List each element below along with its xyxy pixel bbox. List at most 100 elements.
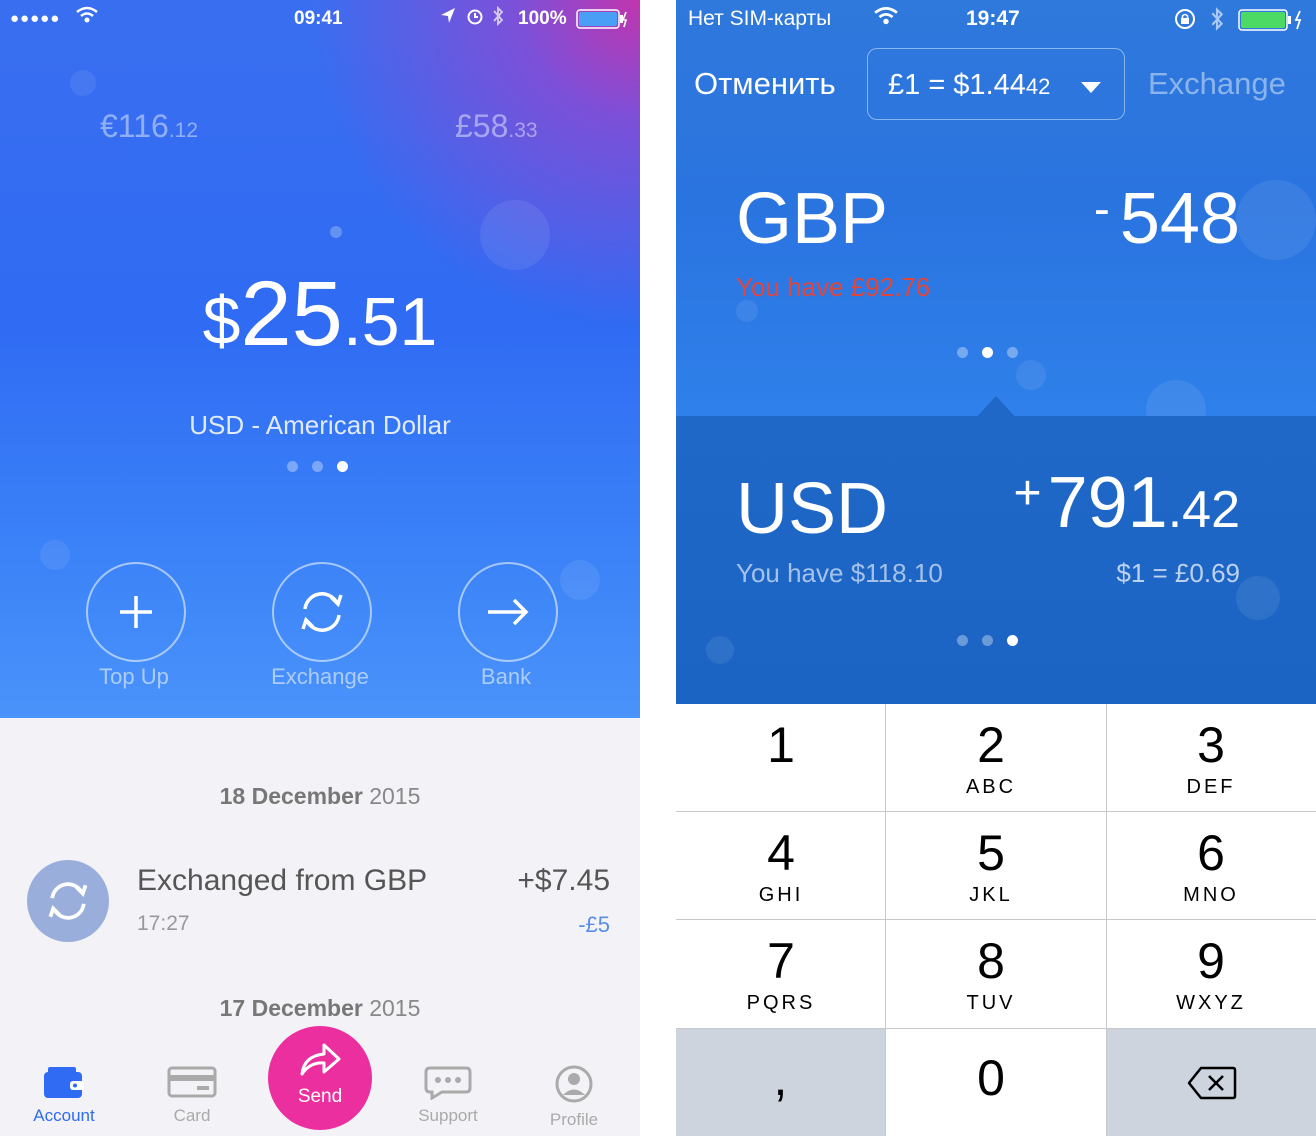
transaction-time: 17:27 <box>137 912 190 935</box>
key-3[interactable]: 3 DEF <box>1106 704 1316 811</box>
bluetooth-icon <box>1210 7 1224 37</box>
battery-icon <box>576 9 630 35</box>
key-6[interactable]: 6 MNO <box>1106 812 1316 919</box>
rotation-lock-icon <box>1174 8 1196 36</box>
card-icon <box>167 1066 217 1098</box>
tab-account[interactable]: Account <box>14 1064 114 1126</box>
key-1[interactable]: 1 <box>676 704 886 811</box>
wifi-icon <box>874 6 898 32</box>
page-dot <box>287 461 298 472</box>
tab-profile[interactable]: Profile <box>524 1064 624 1130</box>
chevron-down-icon <box>1081 82 1101 93</box>
balance-decimal: .51 <box>342 284 438 360</box>
signal-strength: ●●●●● <box>10 10 61 27</box>
keypad-divider <box>676 919 1316 920</box>
page-dot-active <box>982 347 993 358</box>
page-dot-active <box>337 461 348 472</box>
exchange-button[interactable]: Exchange <box>1148 66 1286 102</box>
balance-currency-symbol: $ <box>202 283 241 359</box>
date-header: 17 December 2015 <box>219 995 421 1021</box>
rate-small-digits: 42 <box>1025 74 1051 99</box>
plus-icon <box>120 596 152 628</box>
status-time: 19:47 <box>966 7 1020 30</box>
key-4[interactable]: 4 GHI <box>676 812 886 919</box>
page-dot <box>957 635 968 646</box>
gbp-balance[interactable]: £58.33 <box>455 108 538 145</box>
to-balance: You have $118.10 <box>736 558 943 588</box>
balance-hero: ●●●●● 09:41 100% €116.12 £58.33 $25.51 U… <box>0 0 640 718</box>
from-amount-sign: - <box>1093 183 1110 236</box>
keypad-divider <box>676 1028 1316 1029</box>
exchange-screen: Нет SIM-карты 19:47 Отменить £1 = $1.444… <box>676 0 1316 1136</box>
share-arrow-icon <box>300 1043 341 1076</box>
keypad-divider <box>1106 704 1107 1136</box>
bank-button[interactable] <box>458 562 558 662</box>
top-up-button[interactable] <box>86 562 186 662</box>
bank-label: Bank <box>480 664 532 689</box>
from-amount-value: 548 <box>1119 179 1240 259</box>
key-0[interactable]: 0 <box>886 1029 1096 1136</box>
exchange-label: Exchange <box>271 664 369 689</box>
key-comma[interactable]: , <box>676 1029 885 1136</box>
profile-icon <box>555 1065 593 1103</box>
to-rate: $1 = £0.69 <box>1116 558 1240 588</box>
balance-integer: 25 <box>240 263 343 365</box>
from-page-indicator <box>957 347 1018 358</box>
from-amount[interactable]: -548 <box>1062 178 1240 260</box>
tab-support[interactable]: Support <box>398 1064 498 1126</box>
wallet-icon <box>44 1067 84 1098</box>
currency-description: USD - American Dollar <box>189 410 451 440</box>
backspace-icon <box>1187 1066 1237 1100</box>
key-backspace[interactable] <box>1107 1029 1316 1136</box>
rate-text: £1 = $1.44 <box>888 69 1026 101</box>
eur-balance[interactable]: €116.12 <box>100 108 198 145</box>
send-button[interactable]: Send <box>268 1026 372 1130</box>
wifi-icon <box>76 6 98 30</box>
page-dot <box>982 635 993 646</box>
battery-percent: 100% <box>518 8 567 29</box>
key-8[interactable]: 8 TUV <box>886 920 1096 1027</box>
page-dot <box>312 461 323 472</box>
top-up-label: Top Up <box>99 664 169 689</box>
to-amount-sign: + <box>1013 467 1042 520</box>
exchange-button[interactable] <box>272 562 372 662</box>
main-balance: $25.51 <box>0 262 640 367</box>
date-header: 18 December 2015 <box>219 783 421 809</box>
key-9[interactable]: 9 WXYZ <box>1106 920 1316 1027</box>
status-bar: Нет SIM-карты 19:47 <box>676 0 1316 40</box>
rate-selector[interactable]: £1 = $1.4442 <box>867 48 1125 120</box>
page-dot <box>957 347 968 358</box>
key-7[interactable]: 7 PQRS <box>676 920 886 1027</box>
panel-pointer <box>974 396 1018 420</box>
transaction-sub-amount: -£5 <box>578 912 610 937</box>
to-amount-decimal: .42 <box>1167 481 1240 539</box>
transaction-title: Exchanged from GBP <box>137 864 428 897</box>
page-dot <box>1007 347 1018 358</box>
chat-icon <box>424 1066 472 1100</box>
exchange-icon <box>27 860 109 942</box>
account-screen: ●●●●● 09:41 100% €116.12 £58.33 $25.51 U… <box>0 0 640 1136</box>
cancel-button[interactable]: Отменить <box>694 66 836 102</box>
arrow-right-icon <box>488 598 529 626</box>
to-amount[interactable]: +791.42 <box>976 462 1240 544</box>
from-currency-code[interactable]: GBP <box>736 178 888 260</box>
page-indicator <box>287 461 348 472</box>
tab-card[interactable]: Card <box>142 1064 242 1126</box>
carrier-label: Нет SIM-карты <box>688 7 832 30</box>
key-2[interactable]: 2 ABC <box>886 704 1096 811</box>
transaction-amount: +$7.45 <box>517 864 610 897</box>
battery-icon <box>1238 9 1308 37</box>
status-time: 09:41 <box>294 8 343 29</box>
to-page-indicator <box>957 635 1018 646</box>
location-icon <box>440 7 456 31</box>
page-dot-active <box>1007 635 1018 646</box>
to-currency-code[interactable]: USD <box>736 468 888 550</box>
keypad-divider <box>885 704 886 1136</box>
keypad-divider <box>676 811 1316 812</box>
status-bar: ●●●●● 09:41 100% <box>0 0 640 38</box>
key-5[interactable]: 5 JKL <box>886 812 1096 919</box>
numeric-keypad: 1 2 ABC 3 DEF 4 GHI 5 JKL 6 MNO 7 PQRS 8 TUV 9W… <box>676 704 1316 1136</box>
from-balance-warning: You have £92.76 <box>736 272 931 302</box>
to-amount-integer: 791 <box>1047 463 1168 543</box>
exchange-icon <box>301 592 343 632</box>
